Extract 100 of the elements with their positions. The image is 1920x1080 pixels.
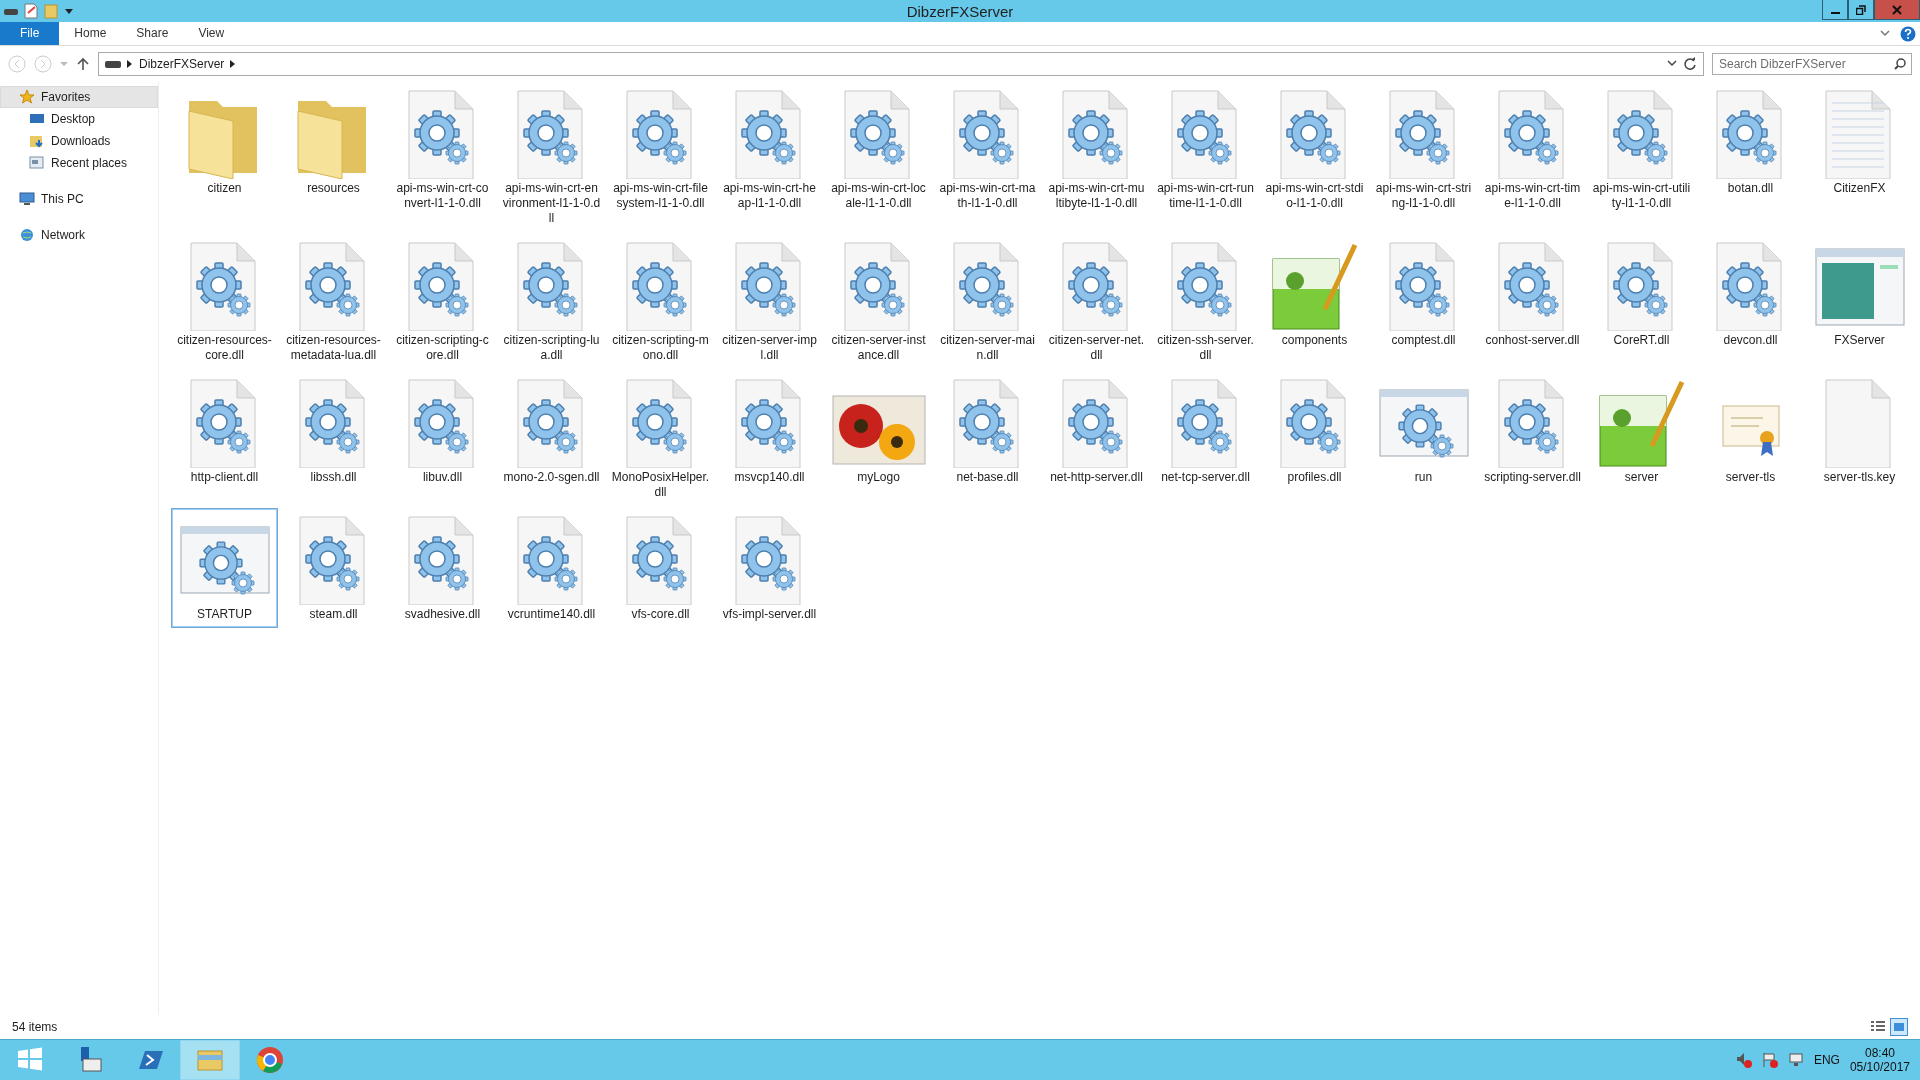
search-field[interactable]: Search DibzerFXServer xyxy=(1712,53,1912,75)
file-item[interactable]: STARTUP xyxy=(172,509,277,627)
file-item[interactable]: server-tls.key xyxy=(1807,372,1912,490)
file-name: api-ms-win-crt-environment-l1-1-0.dll xyxy=(502,181,601,226)
sidebar-item[interactable]: This PC xyxy=(0,188,158,210)
file-item[interactable]: citizen-server-impl.dll xyxy=(717,235,822,368)
refresh-icon[interactable] xyxy=(1683,57,1697,71)
file-item[interactable]: api-ms-win-crt-heap-l1-1-0.dll xyxy=(717,83,822,216)
file-item[interactable]: citizen-server-main.dll xyxy=(935,235,1040,368)
file-name: msvcp140.dll xyxy=(733,470,806,485)
file-name: api-ms-win-crt-runtime-l1-1-0.dll xyxy=(1156,181,1255,211)
clock-date: 05/10/2017 xyxy=(1849,1060,1910,1074)
restore-button[interactable] xyxy=(1848,0,1874,20)
file-item[interactable]: MonoPosixHelper.dll xyxy=(608,372,713,505)
file-item[interactable]: citizen-server-instance.dll xyxy=(826,235,931,368)
chevron-down-icon[interactable] xyxy=(1880,29,1890,38)
file-item[interactable]: scripting-server.dll xyxy=(1480,372,1585,490)
sidebar-item[interactable]: Recent places xyxy=(0,152,158,174)
sidebar-item[interactable]: Downloads xyxy=(0,130,158,152)
ribbon-tab[interactable]: Share xyxy=(121,22,184,45)
file-item[interactable]: api-ms-win-crt-time-l1-1-0.dll xyxy=(1480,83,1585,216)
chevron-down-icon[interactable] xyxy=(1667,60,1677,68)
file-name: api-ms-win-crt-filesystem-l1-1-0.dll xyxy=(612,181,709,211)
file-item[interactable]: citizen xyxy=(172,83,277,201)
close-icon xyxy=(1892,4,1902,15)
file-item[interactable]: vcruntime140.dll xyxy=(499,509,604,627)
language-indicator[interactable]: ENG xyxy=(1813,1053,1840,1067)
file-item[interactable]: citizen-scripting-lua.dll xyxy=(499,235,604,368)
document-icon[interactable] xyxy=(24,3,38,19)
file-item[interactable]: http-client.dll xyxy=(172,372,277,490)
file-name: net-base.dll xyxy=(955,470,1020,485)
file-name: resources xyxy=(306,181,361,196)
ribbon-tab[interactable]: View xyxy=(183,22,240,45)
details-view-icon[interactable] xyxy=(1870,1018,1886,1034)
file-item[interactable]: citizen-resources-metadata-lua.dll xyxy=(281,235,386,368)
up-button[interactable] xyxy=(76,57,90,71)
file-item[interactable]: server xyxy=(1589,372,1694,490)
flag-error-icon[interactable] xyxy=(1761,1052,1778,1068)
speaker-muted-icon[interactable] xyxy=(1735,1052,1752,1068)
file-name: server-tls.key xyxy=(1822,470,1897,485)
file-item[interactable]: citizen-scripting-mono.dll xyxy=(608,235,713,368)
file-item[interactable]: components xyxy=(1262,235,1367,353)
file-item[interactable]: msvcp140.dll xyxy=(717,372,822,490)
sidebar-item[interactable]: Desktop xyxy=(0,108,158,130)
file-name: api-ms-win-crt-math-l1-1-0.dll xyxy=(938,181,1037,211)
ribbon-tab[interactable]: File xyxy=(0,22,60,45)
file-item[interactable]: botan.dll xyxy=(1698,83,1803,201)
file-item[interactable]: api-ms-win-crt-math-l1-1-0.dll xyxy=(935,83,1040,216)
file-item[interactable]: api-ms-win-crt-convert-l1-1-0.dll xyxy=(390,83,495,216)
file-item[interactable]: api-ms-win-crt-utility-l1-1-0.dll xyxy=(1589,83,1694,216)
file-item[interactable]: svadhesive.dll xyxy=(390,509,495,627)
file-item[interactable]: citizen-resources-core.dll xyxy=(172,235,277,368)
minimize-button[interactable] xyxy=(1822,0,1848,20)
file-item[interactable]: steam.dll xyxy=(281,509,386,627)
sidebar-item[interactable]: Network xyxy=(0,224,158,246)
file-name: citizen xyxy=(206,181,243,196)
help-icon[interactable] xyxy=(1900,25,1916,42)
sidebar-item[interactable]: Favorites xyxy=(0,86,158,108)
chevron-right-icon[interactable] xyxy=(230,60,237,68)
address-bar[interactable]: DibzerFXServer xyxy=(98,52,1704,76)
file-item[interactable]: devcon.dll xyxy=(1698,235,1803,353)
file-item[interactable]: net-base.dll xyxy=(935,372,1040,490)
file-item[interactable]: vfs-core.dll xyxy=(608,509,713,627)
file-item[interactable]: citizen-server-net.dll xyxy=(1044,235,1149,368)
close-button[interactable] xyxy=(1874,0,1920,20)
caret-icon[interactable] xyxy=(64,6,74,16)
file-item[interactable]: profiles.dll xyxy=(1262,372,1367,490)
file-item[interactable]: conhost-server.dll xyxy=(1480,235,1585,353)
file-item[interactable]: citizen-scripting-core.dll xyxy=(390,235,495,368)
file-item[interactable]: net-tcp-server.dll xyxy=(1153,372,1258,490)
file-item[interactable]: FXServer xyxy=(1807,235,1912,353)
file-item[interactable]: myLogo xyxy=(826,372,931,490)
file-item[interactable]: api-ms-win-crt-stdio-l1-1-0.dll xyxy=(1262,83,1367,216)
file-item[interactable]: resources xyxy=(281,83,386,201)
file-item[interactable]: libuv.dll xyxy=(390,372,495,490)
file-item[interactable]: mono-2.0-sgen.dll xyxy=(499,372,604,490)
file-item[interactable]: net-http-server.dll xyxy=(1044,372,1149,490)
file-name: citizen-server-net.dll xyxy=(1047,333,1146,363)
ribbon-tab[interactable]: Home xyxy=(59,22,122,45)
file-item[interactable]: server-tls xyxy=(1698,372,1803,490)
breadcrumb[interactable]: DibzerFXServer xyxy=(139,57,225,71)
file-item[interactable]: api-ms-win-crt-string-l1-1-0.dll xyxy=(1371,83,1476,216)
file-name: api-ms-win-crt-multibyte-l1-1-0.dll xyxy=(1047,181,1146,211)
file-item[interactable]: libssh.dll xyxy=(281,372,386,490)
file-item[interactable]: CitizenFX xyxy=(1807,83,1912,201)
file-item[interactable]: CoreRT.dll xyxy=(1589,235,1694,353)
file-item[interactable]: citizen-ssh-server.dll xyxy=(1153,235,1258,368)
clock[interactable]: 08:40 05/10/2017 xyxy=(1849,1046,1910,1074)
file-item[interactable]: api-ms-win-crt-locale-l1-1-0.dll xyxy=(826,83,931,216)
file-name: CoreRT.dll xyxy=(1612,333,1671,348)
file-item[interactable]: run xyxy=(1371,372,1476,490)
file-item[interactable]: comptest.dll xyxy=(1371,235,1476,353)
file-item[interactable]: api-ms-win-crt-runtime-l1-1-0.dll xyxy=(1153,83,1258,216)
file-item[interactable]: api-ms-win-crt-filesystem-l1-1-0.dll xyxy=(608,83,713,216)
large-icons-view-icon[interactable] xyxy=(1890,1018,1908,1036)
network-monitor-icon[interactable] xyxy=(1787,1052,1804,1068)
file-item[interactable]: api-ms-win-crt-environment-l1-1-0.dll xyxy=(499,83,604,231)
file-item[interactable]: api-ms-win-crt-multibyte-l1-1-0.dll xyxy=(1044,83,1149,216)
file-name: citizen-resources-metadata-lua.dll xyxy=(285,333,382,363)
file-item[interactable]: vfs-impl-server.dll xyxy=(717,509,822,627)
